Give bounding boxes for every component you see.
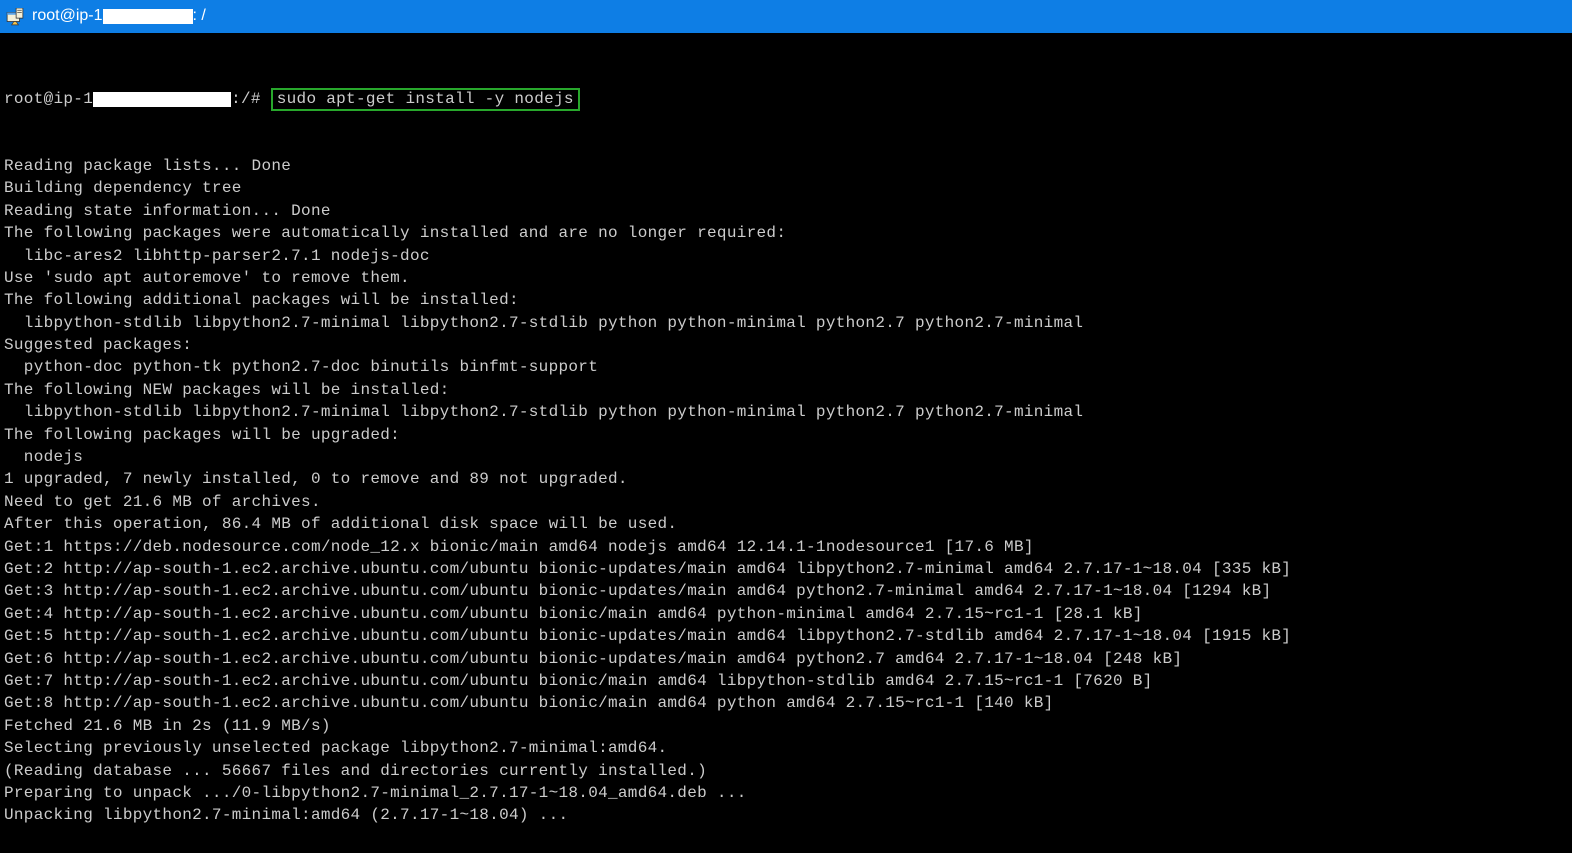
terminal-line: Get:1 https://deb.nodesource.com/node_12…: [4, 536, 1568, 558]
terminal-line: Get:8 http://ap-south-1.ec2.archive.ubun…: [4, 692, 1568, 714]
terminal-line: libc-ares2 libhttp-parser2.7.1 nodejs-do…: [4, 245, 1568, 267]
terminal-line: The following packages were automaticall…: [4, 222, 1568, 244]
terminal-line: Get:7 http://ap-south-1.ec2.archive.ubun…: [4, 670, 1568, 692]
terminal-line: Get:6 http://ap-south-1.ec2.archive.ubun…: [4, 648, 1568, 670]
terminal-line: nodejs: [4, 446, 1568, 468]
terminal-line: libpython-stdlib libpython2.7-minimal li…: [4, 401, 1568, 423]
terminal-line: (Reading database ... 56667 files and di…: [4, 760, 1568, 782]
terminal-output[interactable]: root@ip-1 :/# sudo apt-get install -y nod…: [0, 33, 1572, 853]
terminal-line: The following NEW packages will be insta…: [4, 379, 1568, 401]
terminal-line: Need to get 21.6 MB of archives.: [4, 491, 1568, 513]
terminal-line: Get:5 http://ap-south-1.ec2.archive.ubun…: [4, 625, 1568, 647]
terminal-line: Get:2 http://ap-south-1.ec2.archive.ubun…: [4, 558, 1568, 580]
terminal-line: 1 upgraded, 7 newly installed, 0 to remo…: [4, 468, 1568, 490]
terminal-line: The following additional packages will b…: [4, 289, 1568, 311]
window-titlebar: root@ip-1: /: [0, 0, 1572, 33]
prompt-prefix: root@ip-1: [4, 90, 93, 108]
terminal-line: Building dependency tree: [4, 177, 1568, 199]
prompt-suffix: :/#: [231, 90, 261, 108]
window-title: root@ip-1: /: [32, 5, 206, 27]
terminal-line: Get:3 http://ap-south-1.ec2.archive.ubun…: [4, 580, 1568, 602]
terminal-line: Unpacking libpython2.7-minimal:amd64 (2.…: [4, 804, 1568, 826]
redacted-ip: [103, 9, 193, 24]
terminal-line: Selecting previously unselected package …: [4, 737, 1568, 759]
terminal-line: Fetched 21.6 MB in 2s (11.9 MB/s): [4, 715, 1568, 737]
terminal-line: The following packages will be upgraded:: [4, 424, 1568, 446]
terminal-line: Reading package lists... Done: [4, 155, 1568, 177]
putty-icon: [6, 8, 24, 26]
terminal-line: Reading state information... Done: [4, 200, 1568, 222]
terminal-line: After this operation, 86.4 MB of additio…: [4, 513, 1568, 535]
redacted-ip: [93, 92, 231, 107]
terminal-line: python-doc python-tk python2.7-doc binut…: [4, 356, 1568, 378]
entered-command: sudo apt-get install -y nodejs: [271, 88, 580, 111]
terminal-line: libpython-stdlib libpython2.7-minimal li…: [4, 312, 1568, 334]
terminal-line: Preparing to unpack .../0-libpython2.7-m…: [4, 782, 1568, 804]
terminal-line: Use 'sudo apt autoremove' to remove them…: [4, 267, 1568, 289]
shell-prompt-line: root@ip-1 :/# sudo apt-get install -y nod…: [4, 88, 1568, 110]
terminal-line: Suggested packages:: [4, 334, 1568, 356]
terminal-line: Get:4 http://ap-south-1.ec2.archive.ubun…: [4, 603, 1568, 625]
